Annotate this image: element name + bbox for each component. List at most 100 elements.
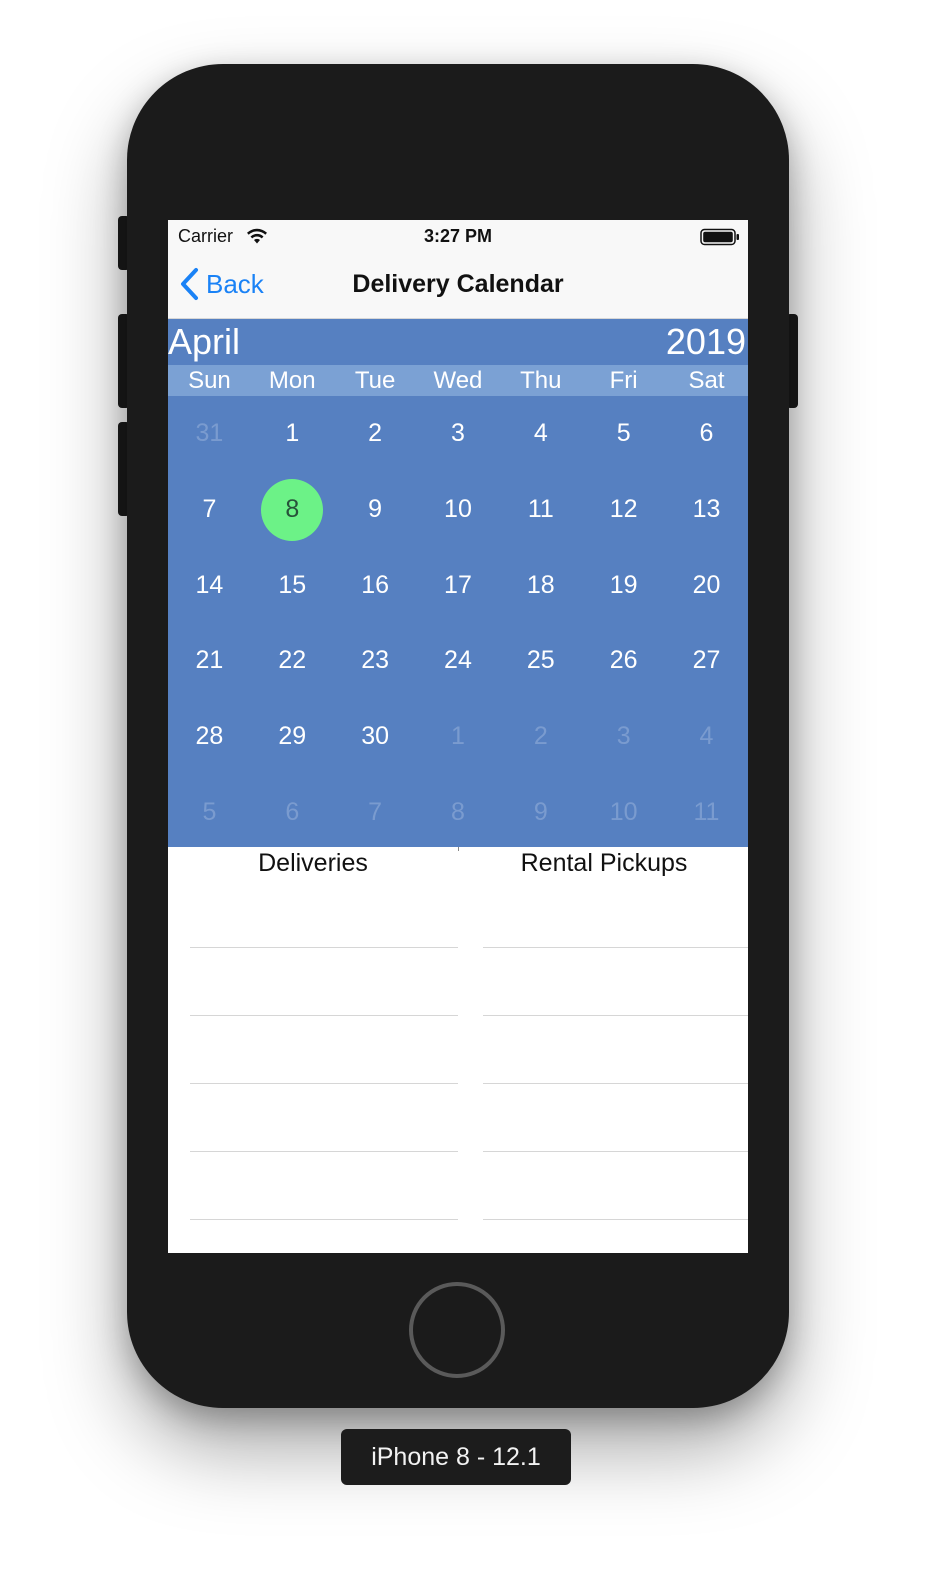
calendar-day[interactable]: 16 [334, 547, 417, 623]
calendar: April 2019 Sun Mon Tue Wed Thu Fri Sat 3… [168, 319, 748, 847]
calendar-day-number: 5 [616, 419, 631, 448]
list-row-separator [190, 1151, 458, 1152]
calendar-week-row: 7 8 9 10 11 12 13 [168, 472, 748, 548]
home-button[interactable] [409, 1282, 505, 1378]
calendar-day-number: 12 [609, 495, 638, 524]
weekday-label: Wed [433, 367, 483, 394]
calendar-day-number: 16 [361, 570, 390, 599]
calendar-day[interactable]: 5 [582, 396, 665, 472]
calendar-day[interactable]: 18 [499, 547, 582, 623]
calendar-day-number: 8 [451, 797, 465, 826]
calendar-day[interactable]: 4 [665, 699, 748, 775]
calendar-day[interactable]: 13 [665, 472, 748, 548]
weekday-label: Sun [188, 367, 231, 394]
calendar-day[interactable]: 8 [417, 774, 500, 850]
calendar-day[interactable]: 7 [334, 774, 417, 850]
calendar-day[interactable]: 1 [417, 699, 500, 775]
calendar-day-number: 10 [444, 495, 472, 524]
calendar-day-number: 15 [278, 570, 307, 599]
calendar-day[interactable]: 4 [499, 396, 582, 472]
list-row-separator [190, 1015, 458, 1016]
calendar-day-number: 4 [533, 419, 548, 448]
weekday-label: Tue [354, 367, 396, 394]
page-title: Delivery Calendar [352, 270, 564, 298]
calendar-day-number: 7 [368, 797, 383, 826]
calendar-day-number: 30 [361, 722, 390, 751]
deliveries-title: Deliveries [258, 849, 368, 877]
calendar-day[interactable]: 7 [168, 472, 251, 548]
calendar-day[interactable]: 9 [334, 472, 417, 548]
phone-screen: Carrier 3:27 PM Back Delivery Calendar A… [168, 220, 748, 1253]
calendar-day-number: 11 [527, 495, 554, 524]
status-time: 3:27 PM [423, 226, 493, 246]
navigation-bar: Back Delivery Calendar [168, 252, 748, 319]
calendar-month: April [168, 321, 241, 362]
calendar-day-number: 26 [609, 646, 638, 675]
calendar-day[interactable]: 20 [665, 547, 748, 623]
calendar-day-number: 11 [693, 797, 720, 826]
calendar-day[interactable]: 14 [168, 547, 251, 623]
calendar-day[interactable]: 2 [499, 699, 582, 775]
calendar-day-number: 18 [526, 570, 555, 599]
calendar-day-number: 6 [699, 419, 714, 448]
calendar-day[interactable]: 6 [665, 396, 748, 472]
calendar-day[interactable]: 24 [417, 623, 500, 699]
calendar-day[interactable]: 6 [251, 774, 334, 850]
calendar-day[interactable]: 31 [168, 396, 251, 472]
list-row-separator [483, 1083, 748, 1084]
calendar-day-number: 13 [692, 495, 721, 524]
calendar-day[interactable]: 3 [417, 396, 500, 472]
calendar-day[interactable]: 10 [417, 472, 500, 548]
deliveries-list[interactable]: Deliveries [190, 847, 458, 1253]
calendar-day-number: 22 [278, 646, 307, 675]
simulator-stage: Carrier 3:27 PM Back Delivery Calendar A… [0, 0, 928, 1590]
calendar-day-number: 9 [368, 495, 383, 524]
calendar-day-number: 23 [361, 646, 390, 675]
calendar-day-number: 1 [285, 419, 300, 448]
calendar-day-number: 14 [195, 570, 224, 599]
calendar-day[interactable]: 1 [251, 396, 334, 472]
calendar-day-number: 6 [285, 797, 300, 826]
list-row-separator [483, 1219, 748, 1220]
list-row-separator [190, 1219, 458, 1220]
calendar-day[interactable]: 28 [168, 699, 251, 775]
calendar-day-number: 19 [609, 570, 638, 599]
calendar-day[interactable]: 27 [665, 623, 748, 699]
calendar-day[interactable]: 11 [665, 774, 748, 850]
calendar-day-number: 8 [285, 495, 300, 524]
list-row-separator [190, 947, 458, 948]
list-row-separator [483, 1015, 748, 1016]
calendar-day-number: 4 [699, 722, 714, 751]
calendar-day[interactable]: 25 [499, 623, 582, 699]
calendar-day[interactable]: 21 [168, 623, 251, 699]
list-row-separator [190, 1083, 458, 1084]
calendar-day[interactable]: 30 [334, 699, 417, 775]
calendar-day-number: 29 [278, 722, 307, 751]
calendar-day[interactable]: 26 [582, 623, 665, 699]
weekday-label: Sat [688, 367, 725, 394]
calendar-day[interactable]: 12 [582, 472, 665, 548]
device-label: iPhone 8 - 12.1 [341, 1429, 571, 1485]
calendar-day[interactable]: 17 [417, 547, 500, 623]
calendar-week-row: 31 1 2 3 4 5 6 [168, 396, 748, 472]
calendar-day[interactable]: 2 [334, 396, 417, 472]
calendar-day[interactable]: 19 [582, 547, 665, 623]
calendar-year: 2019 [665, 321, 746, 362]
calendar-day-number: 1 [451, 722, 465, 751]
calendar-day[interactable]: 29 [251, 699, 334, 775]
calendar-day-number: 27 [692, 646, 721, 675]
calendar-day-number: 3 [451, 419, 465, 448]
calendar-day[interactable]: 11 [499, 472, 582, 548]
calendar-day[interactable]: 5 [168, 774, 251, 850]
calendar-day[interactable]: 22 [251, 623, 334, 699]
calendar-week-row: 5 6 7 8 9 10 11 [168, 774, 748, 850]
calendar-day[interactable]: 23 [334, 623, 417, 699]
calendar-day[interactable]: 10 [582, 774, 665, 850]
calendar-day-number: 2 [533, 722, 548, 751]
calendar-day-selected[interactable]: 8 [251, 472, 334, 548]
calendar-day[interactable]: 15 [251, 547, 334, 623]
rental-pickups-list[interactable]: Rental Pickups [483, 847, 748, 1253]
calendar-day[interactable]: 3 [582, 699, 665, 775]
calendar-day[interactable]: 9 [499, 774, 582, 850]
calendar-day-number: 31 [195, 419, 224, 448]
